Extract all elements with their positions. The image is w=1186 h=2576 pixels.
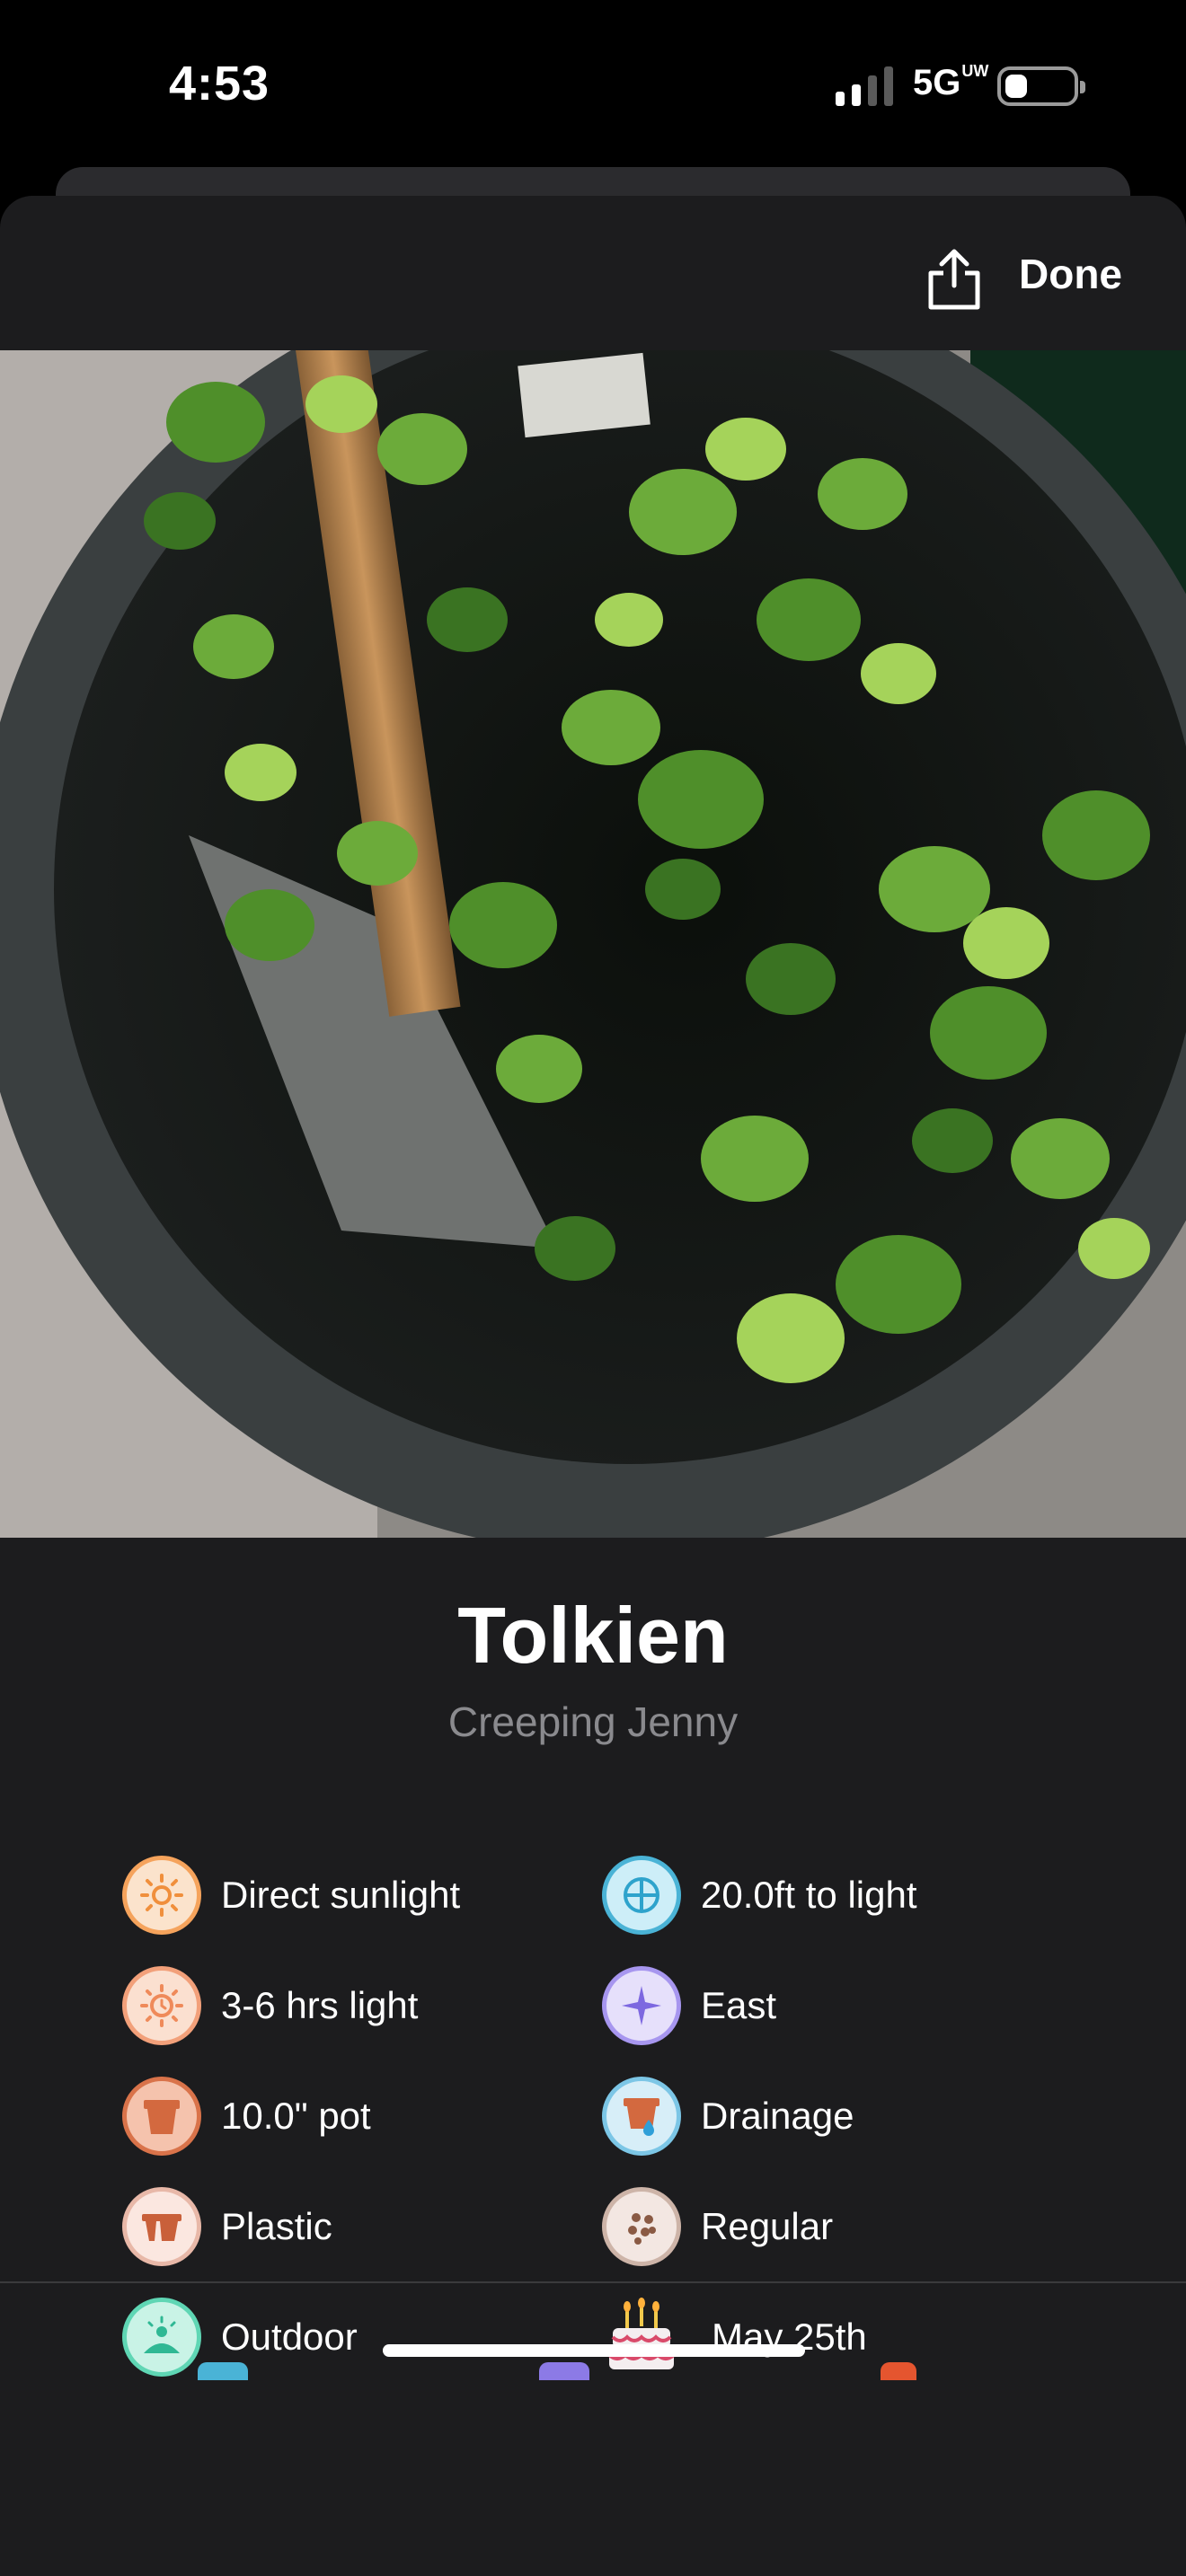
drainage-pot-icon: [602, 2077, 681, 2156]
attribute-distance-to-light[interactable]: 20.0ft to light: [602, 1854, 917, 1936]
plant-name: Tolkien: [457, 1591, 729, 1680]
tab-peek-middle: [539, 2362, 589, 2380]
birthday-cake-icon: [602, 2298, 681, 2377]
attribute-label: Outdoor: [221, 2316, 358, 2358]
attribute-light-hours[interactable]: 3-6 hrs light: [122, 1964, 418, 2047]
network-type: 5GUW: [913, 62, 989, 102]
attribute-label: 10.0" pot: [221, 2095, 371, 2137]
plant-detail-sheet: Done Tolkien Creeping Jenny Direct sunli…: [0, 196, 1186, 2576]
outdoor-icon: [122, 2298, 201, 2377]
attribute-label: East: [701, 1984, 777, 2026]
plant-species: Creeping Jenny: [447, 1698, 739, 1745]
share-icon[interactable]: [925, 246, 983, 311]
attribute-direction[interactable]: East: [602, 1964, 776, 2047]
sun-icon: [122, 1856, 201, 1935]
attribute-label: Drainage: [701, 2095, 854, 2137]
attribute-label: 20.0ft to light: [701, 1874, 917, 1916]
sun-clock-icon: [122, 1966, 201, 2045]
battery-icon: [997, 66, 1085, 106]
divider: [0, 2281, 1186, 2283]
window-icon: [602, 1856, 681, 1935]
attribute-label: 3-6 hrs light: [221, 1984, 419, 2026]
done-button[interactable]: Done: [1019, 250, 1122, 298]
plastic-pot-icon: [122, 2187, 201, 2266]
plant-photo[interactable]: [0, 350, 1186, 1538]
attribute-label: Regular: [701, 2205, 834, 2247]
tab-peek-right: [881, 2362, 916, 2380]
status-bar: 4:53 5GUW: [0, 0, 1186, 171]
compass-star-icon: [602, 1966, 681, 2045]
cellular-signal-icon: [836, 66, 893, 106]
soil-icon: [602, 2187, 681, 2266]
attribute-soil[interactable]: Regular: [602, 2185, 833, 2268]
tab-peek-left: [198, 2362, 248, 2380]
attribute-label: Direct sunlight: [221, 1874, 461, 1916]
pot-icon: [122, 2077, 201, 2156]
home-indicator[interactable]: [383, 2344, 805, 2357]
attribute-pot-size[interactable]: 10.0" pot: [122, 2075, 371, 2157]
attribute-label: Plastic: [221, 2205, 332, 2247]
attribute-light-type[interactable]: Direct sunlight: [122, 1854, 460, 1936]
attribute-birthday[interactable]: May 25th: [602, 2296, 867, 2378]
attribute-pot-material[interactable]: Plastic: [122, 2185, 332, 2268]
status-time: 4:53: [169, 57, 270, 110]
attribute-drainage[interactable]: Drainage: [602, 2075, 854, 2157]
